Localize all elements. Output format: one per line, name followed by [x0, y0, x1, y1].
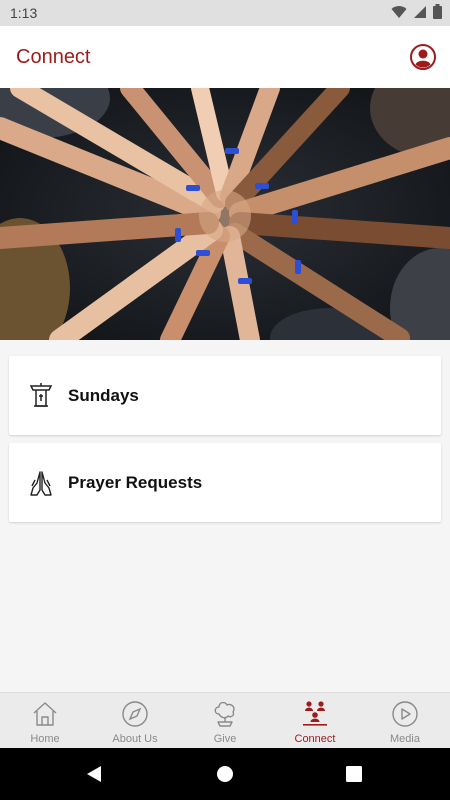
praying-hands-icon: [29, 469, 53, 497]
home-icon: [33, 702, 57, 726]
nav-label: Connect: [294, 733, 336, 745]
compass-icon: [122, 701, 148, 727]
nav-label: Give: [213, 733, 237, 745]
bottom-nav: Home About Us Give Connect Media: [0, 692, 450, 748]
battery-icon: [433, 4, 442, 19]
card-label: Prayer Requests: [68, 473, 203, 492]
wifi-icon: [391, 5, 407, 18]
pulpit-icon: [29, 382, 53, 410]
status-time: 1:13: [10, 5, 38, 21]
nav-label: Home: [30, 733, 60, 745]
card-label: Sundays: [68, 386, 139, 405]
nav-label: About Us: [112, 733, 158, 745]
home-button[interactable]: [216, 765, 234, 783]
page-title: Connect: [16, 46, 91, 68]
status-bar: 1:13: [0, 0, 450, 26]
system-nav: [0, 748, 450, 800]
status-icons: [391, 4, 442, 19]
app-bar: Connect: [0, 26, 450, 88]
give-icon: [214, 701, 235, 727]
user-icon: [410, 44, 436, 70]
profile-button[interactable]: [410, 44, 436, 70]
nav-item-media[interactable]: Media: [360, 693, 450, 749]
signal-icon: [414, 5, 426, 18]
nav-item-home[interactable]: Home: [0, 693, 90, 749]
hero-image: [0, 88, 450, 340]
card-prayer-requests[interactable]: Prayer Requests: [9, 443, 441, 522]
nav-item-connect[interactable]: Connect: [270, 693, 360, 749]
recents-button[interactable]: [346, 766, 362, 782]
group-hands-photo: [0, 88, 450, 340]
card-sundays[interactable]: Sundays: [9, 356, 441, 435]
nav-item-give[interactable]: Give: [180, 693, 270, 749]
nav-item-about-us[interactable]: About Us: [90, 693, 180, 749]
nav-label: Media: [390, 733, 420, 745]
back-button[interactable]: [85, 765, 103, 783]
people-icon: [303, 701, 327, 726]
play-icon: [392, 701, 418, 727]
